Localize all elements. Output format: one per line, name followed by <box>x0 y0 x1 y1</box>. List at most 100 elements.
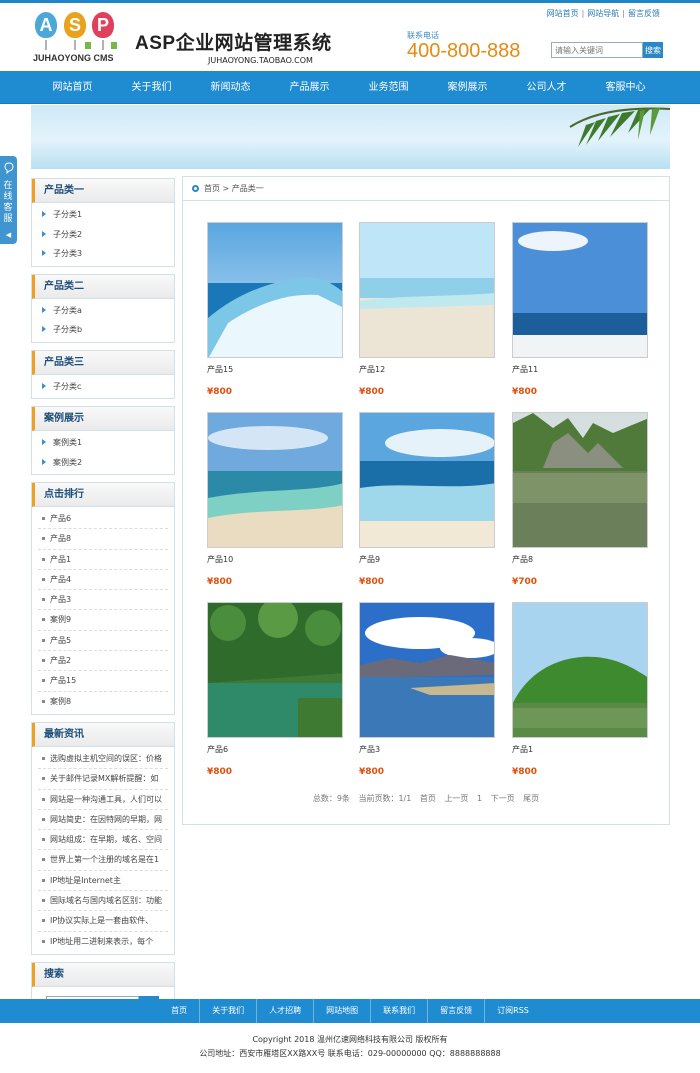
product-image-beach[interactable] <box>359 222 495 358</box>
rank-item[interactable]: 产品3 <box>38 590 168 611</box>
nav-item-talent[interactable]: 公司人才 <box>507 71 586 103</box>
nav-item-about[interactable]: 关于我们 <box>112 71 191 103</box>
category-title-1[interactable]: 产品类一 <box>32 179 174 203</box>
online-service-tab[interactable]: 在线客服 ◀ <box>0 156 17 244</box>
product-card[interactable]: 产品11 ¥800 <box>512 222 648 397</box>
logo[interactable]: A S P JUHAOYONG CMS <box>33 12 121 66</box>
subcategory-label: 子分类b <box>53 325 83 334</box>
product-image-shore[interactable] <box>207 412 343 548</box>
nav-item-service[interactable]: 客服中心 <box>586 71 665 103</box>
product-card[interactable]: 产品10 ¥800 <box>207 412 343 587</box>
rank-item[interactable]: 产品1 <box>38 550 168 570</box>
logo-letter-p: P <box>92 12 114 38</box>
rank-item[interactable]: 产品2 <box>38 651 168 672</box>
case-category-item[interactable]: 案例类2 <box>32 453 174 473</box>
nav-item-news[interactable]: 新闻动态 <box>191 71 270 103</box>
product-card[interactable]: 产品12 ¥800 <box>359 222 495 397</box>
pager-current: 当前页数：1/1 <box>358 794 412 803</box>
pager-page[interactable]: 1 <box>477 794 482 803</box>
news-item[interactable]: 世界上第一个注册的域名是在1 <box>38 850 168 871</box>
chat-bubble-icon <box>3 162 14 175</box>
pager-last[interactable]: 尾页 <box>523 794 539 803</box>
nav-item-cases[interactable]: 案例展示 <box>428 71 507 103</box>
footer-link-feedback[interactable]: 留言反馈 <box>428 999 486 1023</box>
click-rank-title: 点击排行 <box>32 483 174 507</box>
footer-link-sitemap[interactable]: 网站地图 <box>314 999 372 1023</box>
product-name[interactable]: 产品1 <box>512 744 648 755</box>
product-image-wave[interactable] <box>207 222 343 358</box>
product-image-sea[interactable] <box>512 222 648 358</box>
rank-item[interactable]: 产品8 <box>38 529 168 550</box>
breadcrumb-current[interactable]: 产品类一 <box>232 184 264 193</box>
address-text: 公司地址：西安市雁塔区XX路XX号 联系电话：029-00000000 QQ：8… <box>199 1049 501 1058</box>
news-item[interactable]: 网站组成：在早期，域名、空间 <box>38 830 168 851</box>
product-image-forest-lake[interactable] <box>207 602 343 738</box>
rank-item[interactable]: 案例8 <box>38 692 168 712</box>
breadcrumb-home[interactable]: 首页 <box>204 184 220 193</box>
product-name[interactable]: 产品9 <box>359 554 495 565</box>
news-item[interactable]: 国际域名与国内域名区别：功能 <box>38 891 168 912</box>
rank-item[interactable]: 案例9 <box>38 610 168 631</box>
subcategory-item[interactable]: 子分类b <box>32 320 174 340</box>
rank-item[interactable]: 产品4 <box>38 570 168 591</box>
news-item[interactable]: IP协议实际上是一套由软件、 <box>38 911 168 932</box>
rank-item[interactable]: 产品5 <box>38 631 168 652</box>
product-name[interactable]: 产品6 <box>207 744 343 755</box>
subcategory-item[interactable]: 子分类1 <box>32 205 174 225</box>
category-title-3[interactable]: 产品类三 <box>32 350 174 375</box>
product-image-mountain-lake[interactable] <box>359 602 495 738</box>
rank-item[interactable]: 产品6 <box>38 509 168 530</box>
product-card[interactable]: 产品1 ¥800 <box>512 602 648 777</box>
product-image-waves[interactable] <box>359 412 495 548</box>
news-item[interactable]: 关于邮件记录MX解析提醒：如 <box>38 769 168 790</box>
triangle-bullet-icon <box>42 439 46 445</box>
product-card[interactable]: 产品9 ¥800 <box>359 412 495 587</box>
category-title-2[interactable]: 产品类二 <box>32 274 174 299</box>
product-card[interactable]: 产品8 ¥700 <box>512 412 648 587</box>
product-card[interactable]: 产品15 ¥800 <box>207 222 343 397</box>
subcategory-item[interactable]: 子分类2 <box>32 225 174 245</box>
product-card[interactable]: 产品6 ¥800 <box>207 602 343 777</box>
footer-link-contact[interactable]: 联系我们 <box>371 999 429 1023</box>
header-search-button[interactable]: 搜索 <box>643 42 663 58</box>
product-name[interactable]: 产品8 <box>512 554 648 565</box>
news-item[interactable]: 网站简史：在因特网的早期，网 <box>38 810 168 831</box>
nav-item-business[interactable]: 业务范围 <box>349 71 428 103</box>
product-name[interactable]: 产品11 <box>512 364 648 375</box>
product-list-panel: 首页 > 产品类一 产品15 ¥800 产品12 ¥800 产品11 ¥800 … <box>182 176 670 825</box>
product-card[interactable]: 产品3 ¥800 <box>359 602 495 777</box>
case-category-item[interactable]: 案例类1 <box>32 433 174 453</box>
product-image-lake-rocks[interactable] <box>512 412 648 548</box>
subcategory-item[interactable]: 子分类3 <box>32 244 174 264</box>
header-search-input[interactable] <box>551 42 643 58</box>
top-link-home[interactable]: 网站首页 <box>547 9 579 18</box>
nav-item-products[interactable]: 产品展示 <box>270 71 349 103</box>
top-link-feedback[interactable]: 留言反馈 <box>628 9 660 18</box>
footer-link-jobs[interactable]: 人才招聘 <box>257 999 315 1023</box>
top-link-sitemap[interactable]: 网站导航 <box>587 9 619 18</box>
triangle-bullet-icon <box>42 458 46 465</box>
pager-next[interactable]: 下一页 <box>491 794 515 803</box>
subcategory-item[interactable]: 子分类a <box>32 301 174 321</box>
site-title: ASP企业网站管理系统 <box>135 33 332 54</box>
subcategory-item[interactable]: 子分类c <box>32 377 174 397</box>
product-name[interactable]: 产品15 <box>207 364 343 375</box>
nav-item-home[interactable]: 网站首页 <box>33 71 112 103</box>
palm-leaf-image <box>569 107 670 147</box>
product-name[interactable]: 产品10 <box>207 554 343 565</box>
pager-first[interactable]: 首页 <box>420 794 436 803</box>
news-item[interactable]: IP地址是Internet主 <box>38 871 168 892</box>
pager-prev[interactable]: 上一页 <box>444 794 468 803</box>
cases-title[interactable]: 案例展示 <box>32 407 174 431</box>
product-name[interactable]: 产品12 <box>359 364 495 375</box>
footer-link-home[interactable]: 首页 <box>159 999 201 1023</box>
footer-link-about[interactable]: 关于我们 <box>200 999 258 1023</box>
product-image-green-hill[interactable] <box>512 602 648 738</box>
news-item[interactable]: 选购虚拟主机空间的误区：价格 <box>38 749 168 770</box>
triangle-bullet-icon <box>42 326 46 332</box>
news-item[interactable]: IP地址用二进制来表示，每个 <box>38 932 168 952</box>
news-item[interactable]: 网站是一种沟通工具，人们可以 <box>38 790 168 810</box>
product-name[interactable]: 产品3 <box>359 744 495 755</box>
footer-link-rss[interactable]: 订阅RSS <box>485 999 541 1023</box>
rank-item[interactable]: 产品15 <box>38 671 168 692</box>
